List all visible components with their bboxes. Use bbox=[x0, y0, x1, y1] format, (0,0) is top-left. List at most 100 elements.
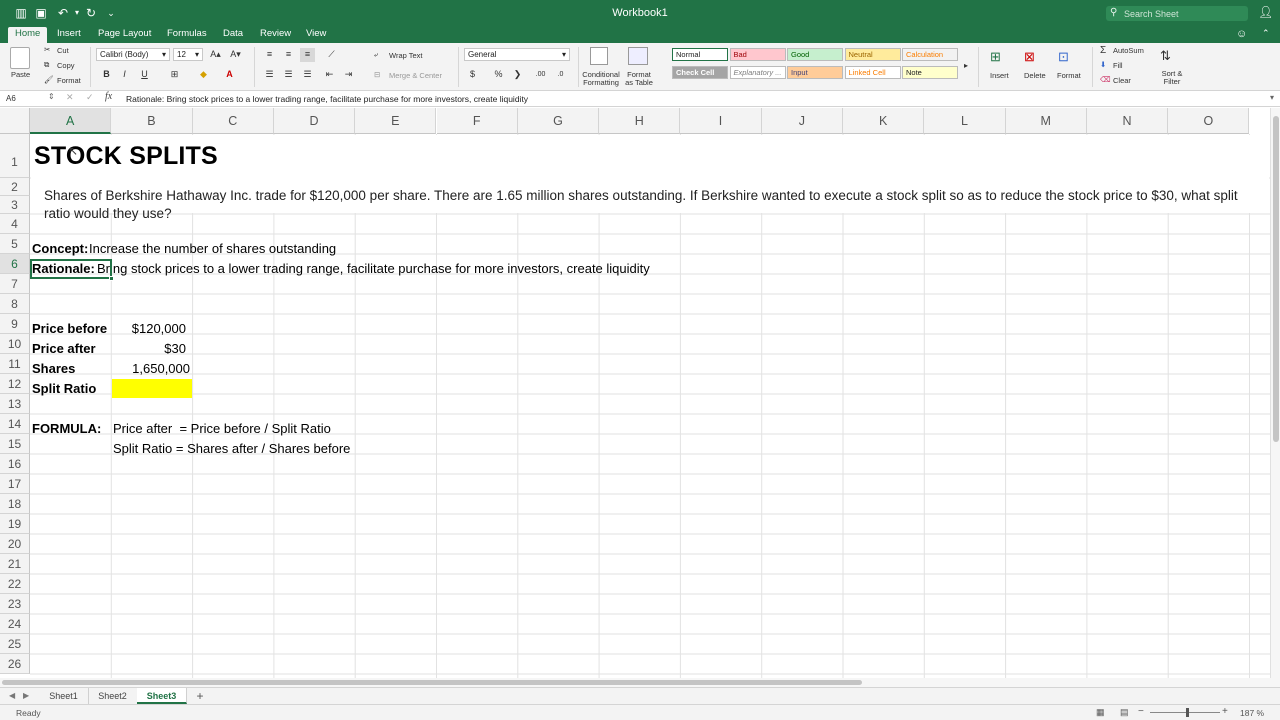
style-calculation[interactable]: Calculation bbox=[902, 48, 958, 61]
paste-button[interactable]: Paste bbox=[11, 70, 30, 79]
underline-button[interactable]: U bbox=[137, 68, 152, 82]
column-header-m[interactable]: M bbox=[1005, 108, 1087, 134]
style-note[interactable]: Note bbox=[902, 66, 958, 79]
style-normal[interactable]: Normal bbox=[672, 48, 728, 61]
sheet-tab-sheet3[interactable]: Sheet3 bbox=[137, 688, 187, 704]
price-after-value[interactable]: $30 bbox=[110, 341, 186, 356]
percent-button[interactable]: % bbox=[491, 68, 506, 82]
align-top-icon[interactable]: ≡ bbox=[262, 48, 277, 62]
concept-label[interactable]: Concept: bbox=[32, 241, 88, 256]
column-header-k[interactable]: K bbox=[843, 108, 925, 134]
italic-button[interactable]: I bbox=[117, 68, 132, 82]
tab-data[interactable]: Data bbox=[216, 27, 250, 43]
borders-icon[interactable]: ⊞ bbox=[167, 68, 182, 82]
share-user-icon[interactable]: 👤︎ bbox=[1258, 5, 1273, 19]
add-sheet-button[interactable]: + bbox=[193, 688, 207, 704]
font-size-select[interactable]: 12 ▾ bbox=[173, 48, 203, 61]
cut-button[interactable]: Cut bbox=[57, 46, 69, 55]
row-header-18[interactable]: 18 bbox=[0, 494, 30, 514]
normal-view-icon[interactable]: ▦ bbox=[1096, 707, 1105, 718]
increase-indent-icon[interactable]: ⇥ bbox=[341, 68, 356, 82]
insert-cells-button[interactable]: Insert bbox=[990, 71, 1009, 80]
sheet-tab-sheet2[interactable]: Sheet2 bbox=[88, 688, 138, 704]
expand-formula-icon[interactable]: ▾ bbox=[1270, 93, 1274, 102]
zoom-out-icon[interactable]: − bbox=[1138, 706, 1144, 717]
formula-input[interactable]: Rationale: Bring stock prices to a lower… bbox=[126, 92, 528, 106]
row-header-7[interactable]: 7 bbox=[0, 274, 30, 294]
tab-formulas[interactable]: Formulas bbox=[160, 27, 214, 43]
name-box-stepper-icon[interactable]: ⇕ bbox=[48, 92, 55, 101]
row-header-8[interactable]: 8 bbox=[0, 294, 30, 314]
align-middle-icon[interactable]: ≡ bbox=[281, 48, 296, 62]
row-header-23[interactable]: 23 bbox=[0, 594, 30, 614]
delete-cells-icon[interactable]: ⊠ bbox=[1024, 49, 1035, 65]
row-header-2[interactable]: 2 bbox=[0, 178, 30, 196]
style-input[interactable]: Input bbox=[787, 66, 843, 79]
style-bad[interactable]: Bad bbox=[729, 48, 786, 61]
column-header-e[interactable]: E bbox=[355, 108, 437, 134]
format-as-table-button[interactable]: Format as Table bbox=[623, 71, 655, 87]
search-input[interactable] bbox=[1124, 7, 1244, 20]
confirm-icon[interactable]: ✓ bbox=[86, 92, 94, 103]
style-explanatory[interactable]: Explanatory ... bbox=[729, 66, 786, 79]
worksheet-grid[interactable]: ABCDEFGHIJKLMNO 1 2 3 4 5 6 7 8 9 10 11 12 13 14 15 16 1… bbox=[0, 108, 1270, 678]
copy-button[interactable]: Copy bbox=[57, 61, 75, 70]
shares-label[interactable]: Shares bbox=[32, 361, 75, 376]
style-neutral[interactable]: Neutral bbox=[844, 48, 901, 61]
tab-view[interactable]: View bbox=[299, 27, 333, 43]
ribbon-collapse-icon[interactable]: ⌃ bbox=[1262, 28, 1270, 39]
align-center-icon[interactable]: ☰ bbox=[281, 68, 296, 82]
row-header-9[interactable]: 9 bbox=[0, 314, 30, 334]
row-header-19[interactable]: 19 bbox=[0, 514, 30, 534]
column-header-c[interactable]: C bbox=[192, 108, 274, 134]
row-header-11[interactable]: 11 bbox=[0, 354, 30, 374]
insert-cells-icon[interactable]: ⊞ bbox=[990, 49, 1001, 65]
increase-font-icon[interactable]: A▴ bbox=[208, 48, 223, 62]
function-icon[interactable]: fx bbox=[105, 91, 112, 102]
row-header-10[interactable]: 10 bbox=[0, 334, 30, 354]
row-header-25[interactable]: 25 bbox=[0, 634, 30, 654]
style-good[interactable]: Good bbox=[787, 48, 843, 61]
column-header-f[interactable]: F bbox=[436, 108, 518, 134]
column-header-a[interactable]: A bbox=[30, 108, 112, 134]
decrease-indent-icon[interactable]: ⇤ bbox=[322, 68, 337, 82]
autosum-button[interactable]: AutoSum bbox=[1113, 46, 1144, 55]
tab-review[interactable]: Review bbox=[253, 27, 298, 43]
column-header-i[interactable]: I bbox=[680, 108, 762, 134]
vertical-scroll-thumb[interactable] bbox=[1273, 116, 1279, 442]
currency-button[interactable]: $ bbox=[465, 68, 480, 82]
tab-home[interactable]: Home bbox=[8, 27, 48, 43]
align-bottom-icon[interactable]: ≡ bbox=[300, 48, 315, 62]
cancel-icon[interactable]: ✕ bbox=[66, 92, 74, 103]
delete-cells-button[interactable]: Delete bbox=[1024, 71, 1046, 80]
search-box[interactable]: ⚲ bbox=[1106, 6, 1248, 21]
column-header-b[interactable]: B bbox=[111, 108, 193, 134]
row-header-21[interactable]: 21 bbox=[0, 554, 30, 574]
bold-button[interactable]: B bbox=[99, 68, 114, 82]
row-header-4[interactable]: 4 bbox=[0, 214, 30, 234]
column-header-j[interactable]: J bbox=[761, 108, 843, 134]
split-ratio-label[interactable]: Split Ratio bbox=[32, 381, 96, 396]
formula-line-2[interactable]: Split Ratio = Shares after / Shares befo… bbox=[113, 441, 350, 456]
tab-page-layout[interactable]: Page Layout bbox=[91, 27, 158, 43]
styles-more-icon[interactable]: ▸ bbox=[964, 61, 968, 70]
column-header-g[interactable]: G bbox=[517, 108, 600, 134]
split-ratio-input-cell[interactable] bbox=[112, 379, 192, 398]
sheet-tab-sheet1[interactable]: Sheet1 bbox=[39, 688, 89, 704]
number-format-select[interactable]: General ▾ bbox=[464, 48, 570, 61]
active-cell-a6[interactable] bbox=[30, 259, 114, 281]
row-header-20[interactable]: 20 bbox=[0, 534, 30, 554]
fill-color-icon[interactable]: ◆ bbox=[196, 68, 211, 82]
sort-filter-button[interactable]: Sort & Filter bbox=[1160, 70, 1184, 86]
font-name-select[interactable]: Calibri (Body) ▾ bbox=[96, 48, 170, 61]
shares-value[interactable]: 1,650,000 bbox=[114, 361, 190, 376]
zoom-in-icon[interactable]: + bbox=[1222, 706, 1228, 717]
comma-style-button[interactable]: ❯ bbox=[510, 68, 525, 82]
row-header-15[interactable]: 15 bbox=[0, 434, 30, 454]
copy-icon[interactable]: ⧉ bbox=[44, 60, 49, 70]
align-right-icon[interactable]: ☰ bbox=[300, 68, 315, 82]
select-all-corner[interactable] bbox=[0, 108, 30, 134]
conditional-formatting-icon[interactable] bbox=[590, 47, 608, 65]
next-sheet-icon[interactable]: ▶ bbox=[23, 691, 29, 700]
align-left-icon[interactable]: ☰ bbox=[262, 68, 277, 82]
